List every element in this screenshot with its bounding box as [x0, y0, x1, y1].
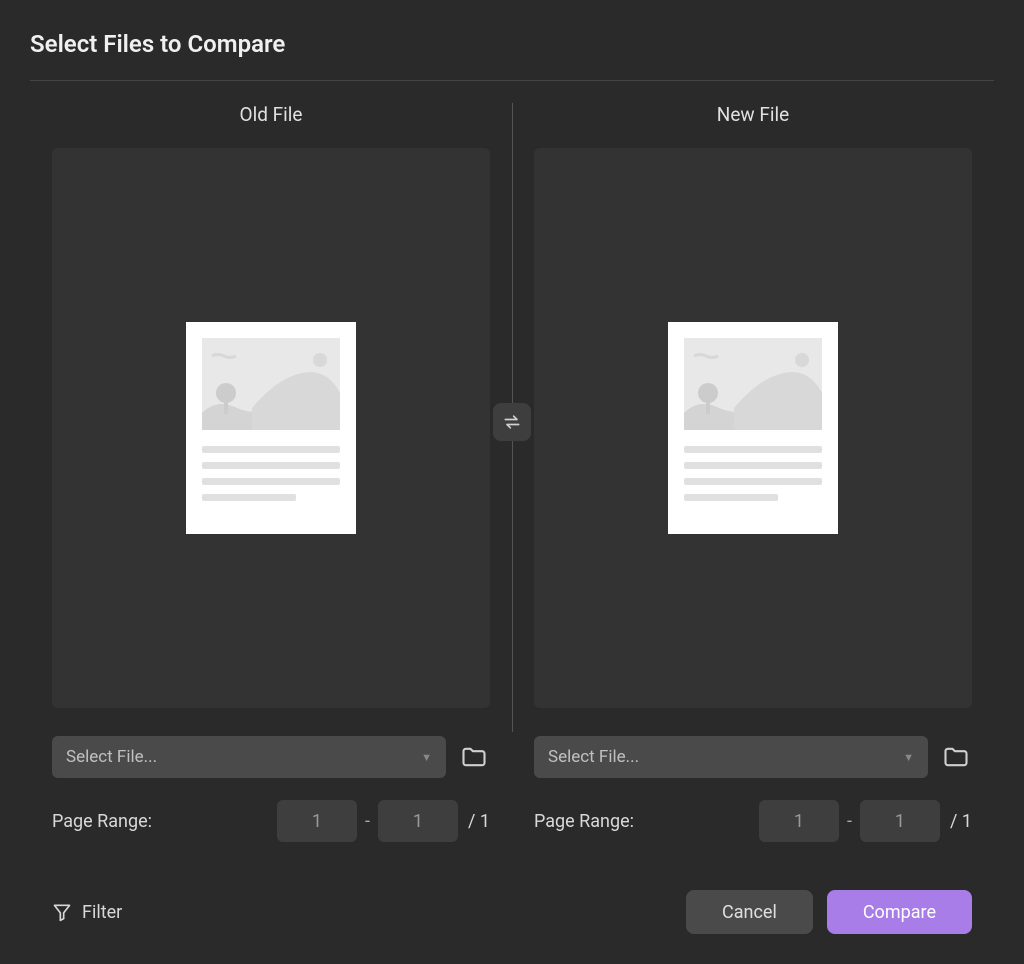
range-dash: -: [847, 811, 852, 832]
document-placeholder-icon: [668, 322, 838, 534]
filter-button[interactable]: Filter: [52, 902, 122, 923]
old-page-to-input[interactable]: [378, 800, 458, 842]
dropdown-label: Select File...: [548, 747, 639, 767]
compare-dialog: Select Files to Compare Old File: [0, 0, 1024, 964]
folder-icon: [460, 743, 488, 771]
chevron-down-icon: ▼: [421, 751, 432, 764]
old-page-from-input[interactable]: [277, 800, 357, 842]
old-file-browse-button[interactable]: [458, 741, 490, 773]
folder-icon: [942, 743, 970, 771]
new-file-panel: New File: [512, 103, 994, 842]
file-panels: Old File: [30, 103, 994, 842]
swap-icon: [502, 412, 522, 432]
filter-label: Filter: [82, 902, 122, 923]
new-file-browse-button[interactable]: [940, 741, 972, 773]
old-file-panel: Old File: [30, 103, 512, 842]
new-file-preview[interactable]: [534, 148, 972, 708]
old-page-total: / 1: [468, 811, 490, 832]
dialog-footer: Filter Cancel Compare: [30, 890, 994, 934]
filter-icon: [52, 902, 72, 922]
new-file-title: New File: [512, 103, 994, 126]
cancel-button[interactable]: Cancel: [686, 890, 813, 934]
new-file-select-dropdown[interactable]: Select File... ▼: [534, 736, 928, 778]
new-page-from-input[interactable]: [759, 800, 839, 842]
new-page-to-input[interactable]: [860, 800, 940, 842]
old-page-range-label: Page Range:: [52, 811, 277, 832]
old-file-preview[interactable]: [52, 148, 490, 708]
new-page-range-label: Page Range:: [534, 811, 759, 832]
dropdown-label: Select File...: [66, 747, 157, 767]
swap-files-button[interactable]: [493, 403, 531, 441]
old-file-title: Old File: [30, 103, 512, 126]
new-page-total: / 1: [950, 811, 972, 832]
old-file-select-dropdown[interactable]: Select File... ▼: [52, 736, 446, 778]
document-placeholder-icon: [186, 322, 356, 534]
chevron-down-icon: ▼: [903, 751, 914, 764]
dialog-title: Select Files to Compare: [30, 30, 994, 81]
range-dash: -: [365, 811, 370, 832]
compare-button[interactable]: Compare: [827, 890, 972, 934]
